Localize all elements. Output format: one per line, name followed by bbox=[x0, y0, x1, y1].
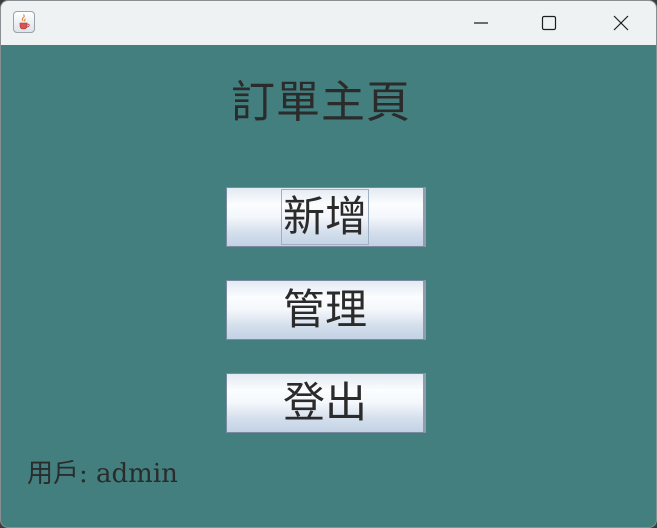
logout-button-label: 登出 bbox=[282, 378, 367, 427]
java-cup-icon[interactable] bbox=[13, 11, 35, 33]
title-bar[interactable] bbox=[1, 1, 656, 45]
user-label: 用戶: admin bbox=[27, 459, 178, 489]
add-button-label: 新增 bbox=[280, 189, 369, 245]
main-panel: 訂單主頁 新增 管理 登出 用戶: admin bbox=[1, 45, 656, 527]
maximize-icon bbox=[541, 15, 557, 31]
page-title: 訂單主頁 bbox=[231, 77, 411, 128]
minimize-button[interactable] bbox=[447, 1, 515, 45]
close-button[interactable] bbox=[587, 1, 655, 45]
manage-button[interactable]: 管理 bbox=[226, 280, 426, 340]
manage-button-label: 管理 bbox=[282, 285, 367, 334]
logout-button[interactable]: 登出 bbox=[226, 373, 426, 433]
maximize-button[interactable] bbox=[515, 1, 583, 45]
app-window: 訂單主頁 新增 管理 登出 用戶: admin bbox=[0, 0, 657, 528]
add-button[interactable]: 新增 bbox=[226, 187, 426, 247]
minimize-icon bbox=[474, 22, 488, 24]
close-icon bbox=[613, 15, 629, 31]
